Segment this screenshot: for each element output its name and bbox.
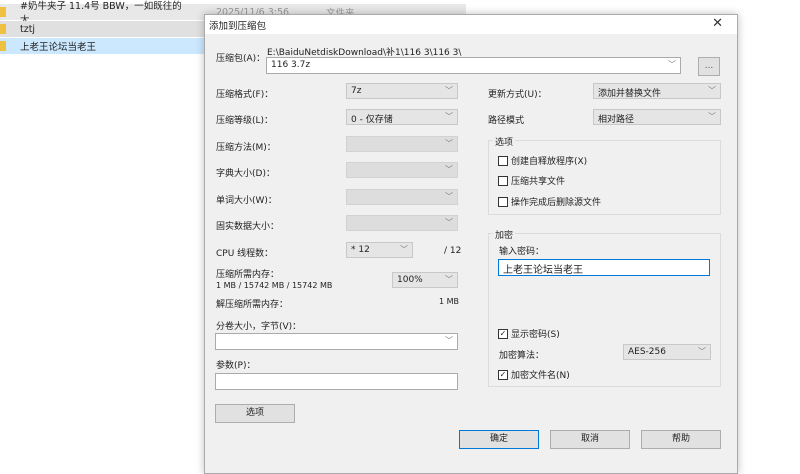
level-label: 压缩等级(L)：: [216, 116, 274, 126]
folder-icon: [0, 7, 6, 17]
word-select[interactable]: ﹀: [346, 189, 458, 205]
archive-label: 压缩包(A)：: [216, 54, 266, 64]
password-label: 输入密码：: [499, 247, 545, 257]
checkbox-icon: [498, 196, 508, 207]
params-label: 参数(P)：: [216, 361, 256, 371]
mem-percent-select[interactable]: 100% ﹀: [392, 272, 458, 288]
update-select[interactable]: 添加并替换文件 ﹀: [593, 83, 721, 99]
shared-checkbox[interactable]: 压缩共享文件: [498, 174, 565, 187]
encryption-group-title: 加密: [493, 228, 516, 241]
path-select[interactable]: 相对路径 ﹀: [593, 109, 721, 125]
checkbox-icon: [498, 175, 508, 186]
checkmark-icon: ✓: [498, 369, 508, 380]
cancel-button[interactable]: 取消: [550, 430, 630, 449]
enc-method-value: AES-256: [628, 347, 666, 357]
password-input[interactable]: 上老王论坛当老王: [498, 259, 710, 276]
help-button[interactable]: 帮助: [641, 430, 721, 449]
mem-value: 1 MB / 15742 MB / 15742 MB: [216, 281, 333, 290]
checkbox-icon: [498, 155, 508, 166]
path-label: 路径模式: [488, 116, 525, 126]
encrypt-names-checkbox[interactable]: ✓ 加密文件名(N): [498, 368, 570, 381]
split-size-combo[interactable]: ﹀: [215, 333, 458, 350]
chevron-down-icon: ﹀: [445, 139, 453, 148]
method-select[interactable]: ﹀: [346, 136, 458, 152]
cpu-label: CPU 线程数：: [216, 249, 274, 259]
shared-label: 压缩共享文件: [511, 177, 566, 187]
show-password-checkbox[interactable]: ✓ 显示密码(S): [498, 327, 560, 340]
ok-button[interactable]: 确定: [459, 430, 539, 449]
add-to-archive-dialog: 添加到压缩包 ✕ 压缩包(A)： E:\BaiduNetdiskDownload…: [204, 14, 738, 474]
chevron-down-icon: ﹀: [445, 192, 453, 201]
chevron-down-icon: ﹀: [668, 60, 676, 69]
chevron-down-icon: ﹀: [445, 336, 453, 345]
solid-select[interactable]: ﹀: [346, 215, 458, 231]
chevron-down-icon: ﹀: [445, 86, 453, 95]
word-label: 单词大小(W)：: [216, 196, 277, 206]
chevron-down-icon: ﹀: [445, 275, 453, 284]
format-select[interactable]: 7z ﹀: [346, 83, 458, 99]
demem-value: 1 MB: [439, 297, 460, 306]
format-label: 压缩格式(F)：: [216, 90, 274, 100]
chevron-down-icon: ﹀: [708, 112, 716, 121]
format-value: 7z: [351, 86, 362, 96]
archive-name: 116 3.7z: [271, 60, 311, 70]
show-password-label: 显示密码(S): [511, 330, 560, 340]
level-value: 0 - 仅存储: [351, 115, 393, 125]
mem-label: 压缩所需内存：: [216, 270, 280, 280]
cpu-select[interactable]: * 12 ﹀: [346, 242, 413, 258]
options-group-title: 选项: [493, 135, 516, 148]
sfx-label: 创建自释放程序(X): [511, 157, 588, 167]
level-select[interactable]: 0 - 仅存储 ﹀: [346, 109, 458, 125]
cpu-max: / 12: [444, 246, 462, 256]
delete-after-label: 操作完成后删除源文件: [511, 198, 602, 208]
mem-percent-value: 100%: [397, 275, 423, 285]
file-name: tztj: [20, 23, 36, 35]
dialog-title: 添加到压缩包: [209, 21, 267, 32]
sfx-checkbox[interactable]: 创建自释放程序(X): [498, 154, 587, 167]
update-label: 更新方式(U)：: [488, 90, 547, 100]
split-label: 分卷大小，字节(V)：: [216, 322, 302, 332]
checkmark-icon: ✓: [498, 328, 508, 339]
encrypt-names-label: 加密文件名(N): [511, 371, 570, 381]
close-icon[interactable]: ✕: [712, 16, 723, 31]
cpu-value: * 12: [351, 245, 370, 255]
chevron-down-icon: ﹀: [708, 86, 716, 95]
chevron-down-icon: ﹀: [445, 112, 453, 121]
dialog-title-bar: 添加到压缩包 ✕: [205, 15, 737, 34]
update-value: 添加并替换文件: [598, 89, 662, 99]
folder-icon: [0, 24, 6, 34]
chevron-down-icon: ﹀: [445, 218, 453, 227]
chevron-down-icon: ﹀: [400, 245, 408, 254]
solid-label: 固实数据大小：: [216, 222, 280, 232]
dict-label: 字典大小(D)：: [216, 169, 275, 179]
dict-select[interactable]: ﹀: [346, 162, 458, 178]
options-button[interactable]: 选项: [215, 404, 295, 423]
browse-button[interactable]: ...: [698, 57, 720, 76]
chevron-down-icon: ﹀: [445, 165, 453, 174]
folder-icon: [0, 41, 6, 51]
enc-method-select[interactable]: AES-256 ﹀: [623, 344, 711, 360]
file-name: 上老王论坛当老王: [20, 42, 97, 53]
path-value: 相对路径: [598, 115, 635, 125]
delete-after-checkbox[interactable]: 操作完成后删除源文件: [498, 195, 601, 208]
archive-name-combo[interactable]: 116 3.7z ﹀: [266, 57, 681, 74]
params-input[interactable]: [215, 373, 458, 390]
method-label: 压缩方法(M)：: [216, 143, 276, 153]
chevron-down-icon: ﹀: [698, 347, 706, 356]
demem-label: 解压缩所需内存：: [216, 300, 289, 310]
enc-method-label: 加密算法：: [499, 351, 545, 361]
